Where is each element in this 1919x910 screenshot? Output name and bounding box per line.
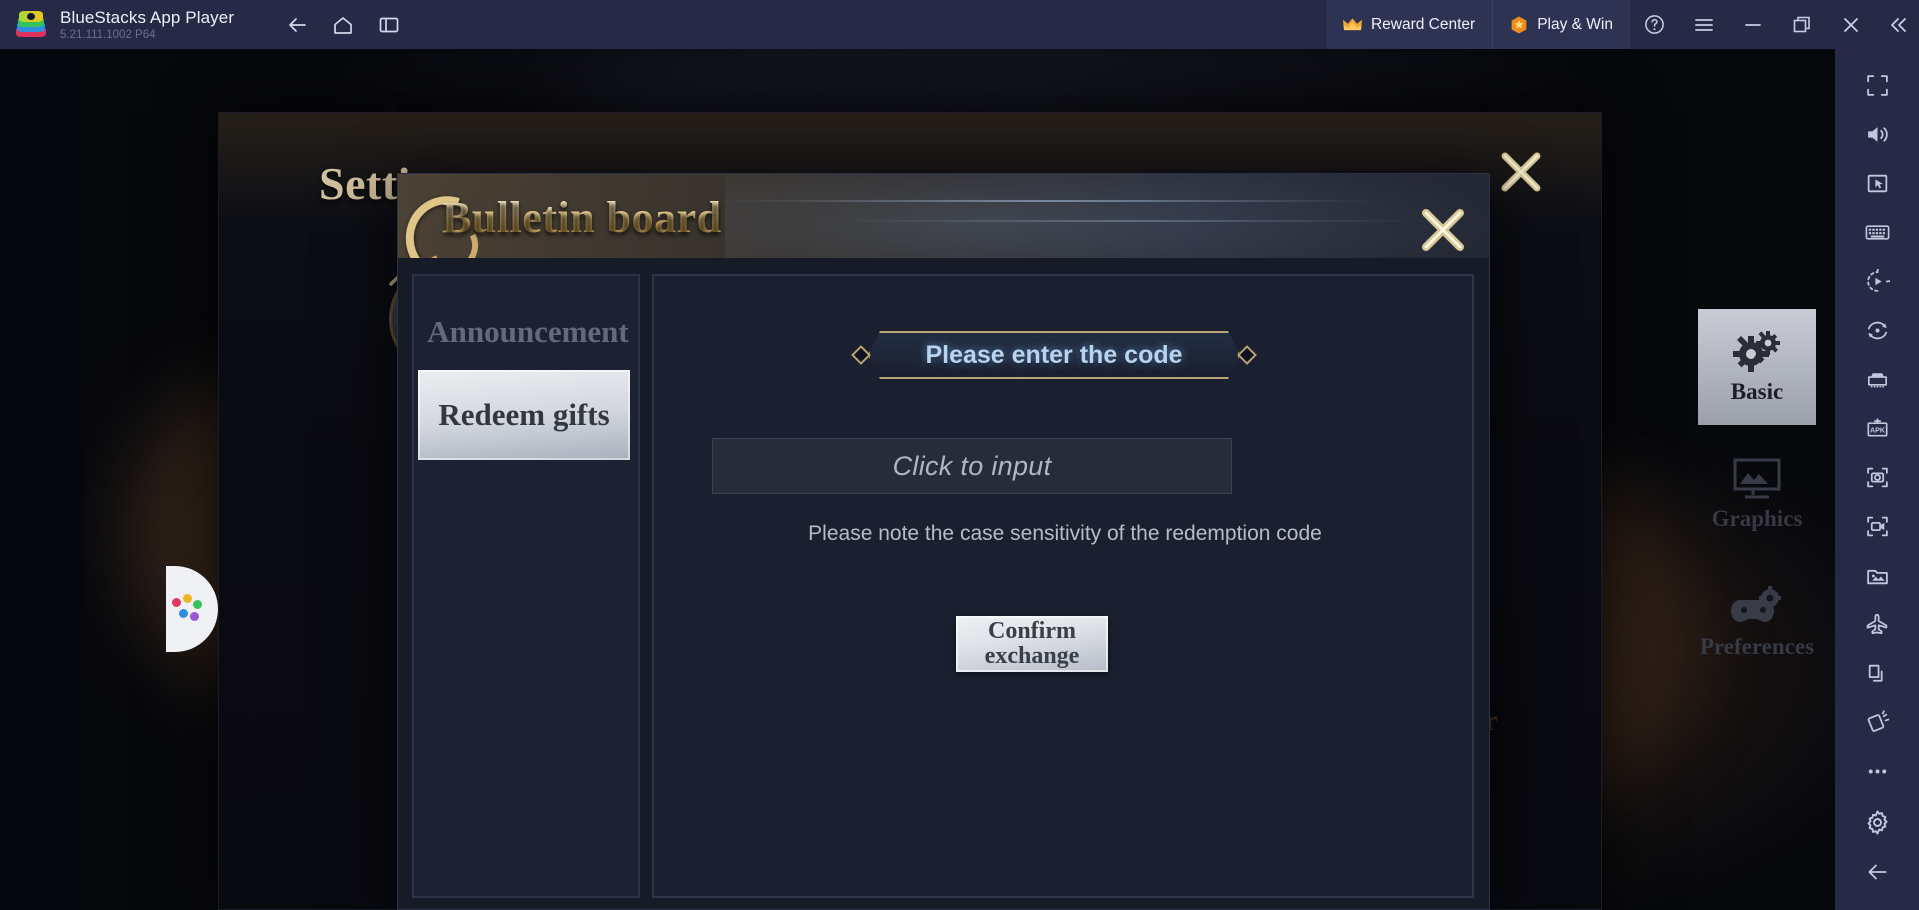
screen-record-icon[interactable]: [1835, 502, 1919, 551]
screenshot-icon[interactable]: [1835, 453, 1919, 502]
settings-category-preferences[interactable]: Preferences: [1698, 565, 1816, 681]
bulletin-tab-list: Announcement Redeem gifts: [412, 274, 640, 898]
eco-mode-icon[interactable]: [1835, 355, 1919, 404]
bluestacks-tool-sidebar: APK: [1835, 49, 1919, 910]
bulletin-board-dialog: Bulletin board Announcement Redeem gifts…: [397, 173, 1490, 910]
gears-icon: [1733, 331, 1780, 372]
rotate-icon[interactable]: [1835, 306, 1919, 355]
close-icon[interactable]: [1826, 0, 1875, 49]
help-icon[interactable]: [1630, 0, 1679, 49]
redemption-code-input[interactable]: Click to input: [712, 438, 1232, 494]
redemption-code-placeholder: Click to input: [892, 450, 1052, 481]
settings-category-column: Basic Graphics Preferences: [1698, 309, 1816, 729]
shake-icon[interactable]: [1835, 698, 1919, 747]
case-sensitivity-note: Please note the case sensitivity of the …: [808, 522, 1322, 545]
settings-category-preferences-label: Preferences: [1699, 634, 1815, 659]
app-title-block: BlueStacks App Player 5.21.111.1002 P64: [60, 8, 234, 42]
color-dots-icon: [172, 594, 202, 624]
install-apk-icon[interactable]: APK: [1835, 404, 1919, 453]
settings-category-graphics-label: Graphics: [1711, 506, 1803, 531]
app-name: BlueStacks App Player: [60, 7, 235, 27]
settings-category-basic[interactable]: Basic: [1698, 309, 1816, 425]
redeem-gifts-panel: Please enter the code Click to input Ple…: [652, 274, 1474, 898]
code-banner-label: Please enter the code: [925, 340, 1183, 369]
back-arrow-icon[interactable]: [274, 0, 320, 49]
fullscreen-icon[interactable]: [1835, 61, 1919, 110]
gold-x-close-icon: [1422, 209, 1464, 251]
game-viewport[interactable]: Settings 83 Priority Target Sound effect…: [83, 49, 1835, 910]
hexagon-star-icon: [1511, 16, 1527, 33]
confirm-exchange-button[interactable]: Confirm exchange: [956, 616, 1108, 672]
header-decoration: [698, 200, 1398, 202]
play-and-win-button[interactable]: Play & Win: [1492, 0, 1630, 49]
bluestacks-logo-icon: [16, 10, 46, 40]
monitor-icon: [1733, 458, 1781, 499]
play-and-win-label: Play & Win: [1537, 15, 1613, 33]
maximize-restore-icon[interactable]: [1777, 0, 1826, 49]
reward-center-button[interactable]: Reward Center: [1325, 0, 1493, 49]
tab-redeem-gifts[interactable]: Redeem gifts: [418, 370, 630, 460]
svg-text:APK: APK: [1869, 427, 1885, 435]
bulletin-board-header: Bulletin board: [398, 174, 1489, 258]
code-banner: Please enter the code: [851, 331, 1257, 379]
tab-announcement[interactable]: Announcement: [414, 304, 642, 360]
settings-category-basic-label: Basic: [1730, 379, 1784, 404]
confirm-exchange-label-line2: exchange: [984, 643, 1080, 669]
settings-category-graphics[interactable]: Graphics: [1698, 437, 1816, 553]
hamburger-menu-icon[interactable]: [1679, 0, 1728, 49]
bluestacks-titlebar: BlueStacks App Player 5.21.111.1002 P64 …: [0, 0, 1919, 49]
crown-icon: [1342, 18, 1362, 31]
settings-close-button[interactable]: [1496, 147, 1546, 197]
airplane-mode-icon[interactable]: [1835, 600, 1919, 649]
back-arrow-icon[interactable]: [1835, 847, 1919, 896]
multi-window-icon[interactable]: [1835, 649, 1919, 698]
bulletin-close-button[interactable]: [1417, 204, 1469, 256]
keyboard-controls-icon[interactable]: [1835, 208, 1919, 257]
macro-record-icon[interactable]: [1835, 257, 1919, 306]
header-decoration: [818, 220, 1438, 222]
app-version: 5.21.111.1002 P64: [60, 28, 156, 41]
gold-x-close-icon: [1501, 152, 1541, 192]
confirm-exchange-label-line1: Confirm: [988, 618, 1076, 644]
multi-instance-icon[interactable]: [366, 0, 412, 49]
volume-icon[interactable]: [1835, 110, 1919, 159]
minimize-icon[interactable]: [1728, 0, 1777, 49]
home-icon[interactable]: [320, 0, 366, 49]
media-manager-icon[interactable]: [1835, 551, 1919, 600]
dialog-title: Bulletin board: [442, 193, 722, 242]
reward-center-label: Reward Center: [1370, 15, 1476, 33]
settings-gear-icon[interactable]: [1835, 798, 1919, 847]
gamepad-gear-icon: [1731, 586, 1781, 622]
more-options-icon[interactable]: [1835, 747, 1919, 796]
mouse-pointer-icon[interactable]: [1835, 159, 1919, 208]
collapse-sidebar-icon[interactable]: [1875, 0, 1919, 49]
